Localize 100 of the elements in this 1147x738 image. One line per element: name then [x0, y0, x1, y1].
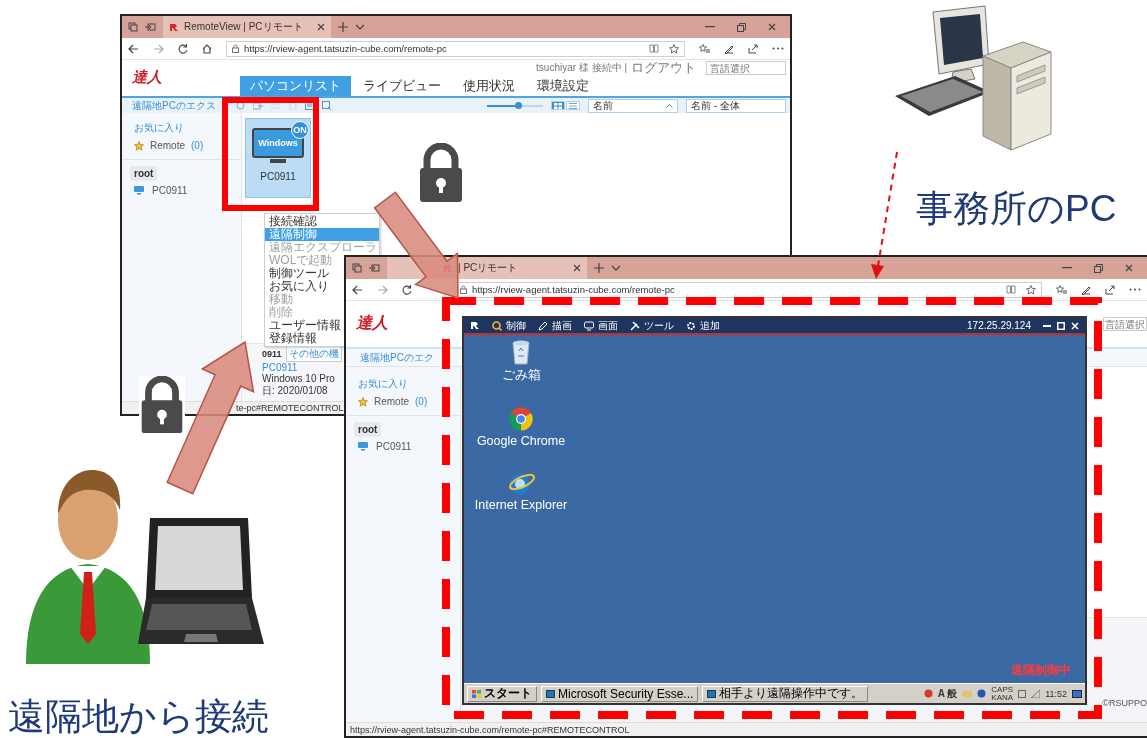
tree-item[interactable]: PC0911	[122, 181, 241, 200]
start-button[interactable]: スタート	[467, 685, 537, 702]
kana-indicator: KANA	[991, 693, 1014, 702]
reading-view-icon[interactable]	[649, 43, 659, 53]
recycle-bin-icon[interactable]	[510, 339, 532, 365]
viewer-menu-item[interactable]: 追加	[686, 318, 720, 333]
tray-icon[interactable]	[923, 689, 933, 698]
refresh-icon[interactable]	[178, 43, 188, 54]
pen-icon[interactable]	[538, 320, 548, 331]
tab-preview-icon[interactable]	[145, 22, 156, 32]
caps-indicator: CAPS	[991, 685, 1014, 694]
language-field[interactable]: 言語選択	[706, 61, 786, 75]
new-tab-icon[interactable]	[594, 263, 604, 273]
viewer-menu-item[interactable]: ツール	[630, 318, 674, 333]
close-icon[interactable]	[1071, 321, 1079, 330]
tools-icon[interactable]	[630, 320, 640, 331]
language-field[interactable]: 言語選択	[1103, 317, 1147, 331]
browser-tab[interactable]: RemoteView | PCリモート	[163, 16, 331, 38]
desktop-shortcut[interactable]: Internet Explorer	[468, 470, 574, 512]
tray-icon[interactable]	[1018, 689, 1027, 698]
magnifier-icon[interactable]	[492, 320, 502, 331]
minimize-icon[interactable]	[1043, 324, 1051, 327]
back-icon[interactable]	[352, 284, 363, 295]
more-icon[interactable]	[1129, 288, 1141, 291]
remote-access-label: 遠隔地から接続	[8, 695, 269, 738]
maximize-icon[interactable]	[1057, 321, 1065, 330]
share-icon[interactable]	[748, 43, 758, 54]
more-icon[interactable]	[772, 47, 784, 50]
note-icon[interactable]	[305, 101, 314, 110]
star-icon[interactable]	[134, 140, 144, 151]
star-icon[interactable]	[1026, 284, 1036, 295]
desktop-shortcut[interactable]: Google Chrome	[468, 406, 574, 448]
favorites-icon[interactable]	[1056, 284, 1067, 295]
window-icon	[707, 689, 717, 698]
tree-root[interactable]: root	[354, 422, 382, 437]
chevron-down-icon[interactable]	[611, 265, 621, 271]
status-badge: ON	[291, 121, 309, 139]
monitor-icon[interactable]	[584, 320, 594, 331]
window-icon	[546, 689, 555, 698]
nav-tab[interactable]: 環境設定	[527, 76, 599, 96]
chevron-down-icon[interactable]	[355, 24, 365, 30]
close-window-icon[interactable]	[768, 23, 776, 31]
star-icon[interactable]	[358, 396, 368, 407]
menu-item[interactable]: ユーザー情報	[265, 319, 345, 332]
menu-item[interactable]: 登録情報	[265, 332, 321, 345]
back-icon[interactable]	[128, 43, 139, 54]
menu-item[interactable]: お気に入り	[265, 280, 333, 293]
tree-item[interactable]: PC0911	[346, 437, 460, 456]
close-tab-icon[interactable]	[573, 264, 581, 272]
taskbar-button[interactable]: 相手より遠隔操作中です。	[702, 685, 869, 702]
reading-view-icon[interactable]	[1006, 284, 1016, 294]
list-view-button[interactable]	[566, 101, 580, 110]
tab-set-aside-icon[interactable]	[352, 263, 362, 273]
logout-link[interactable]: ログアウト	[631, 59, 696, 77]
new-tab-icon[interactable]	[338, 22, 348, 32]
desktop-shortcut[interactable]: ごみ箱	[468, 339, 574, 384]
taskbar-button[interactable]: Microsoft Security Esse...	[541, 685, 699, 702]
tree-root[interactable]: root	[130, 166, 158, 181]
zoom-slider[interactable]	[487, 100, 543, 111]
url-field[interactable]: https://rview-agent.tatsuzin-cube.com/remote-pc	[226, 40, 685, 57]
gear-icon[interactable]	[686, 320, 696, 331]
viewer-menu-item[interactable]: 描画	[538, 318, 572, 333]
sort-field[interactable]: 名前	[588, 98, 678, 113]
restore-icon[interactable]	[1094, 263, 1103, 273]
tab-preview-icon[interactable]	[369, 263, 380, 273]
favorites-icon[interactable]	[699, 43, 710, 54]
tricolor-circle-icon[interactable]	[508, 406, 534, 432]
transfer-icon[interactable]	[253, 101, 263, 110]
list-view-icon	[569, 102, 577, 109]
restore-icon[interactable]	[737, 22, 746, 32]
pc-name: 0911	[262, 349, 282, 359]
menu-item[interactable]: 接続確認	[265, 215, 321, 228]
pc-card[interactable]: ON Windows PC0911	[245, 118, 311, 198]
nav-tab[interactable]: ライブビュー	[353, 76, 451, 96]
viewer-menu-item[interactable]: 制御	[492, 318, 526, 333]
pen-icon[interactable]	[724, 43, 734, 54]
refresh-icon[interactable]	[402, 284, 412, 295]
nav-tab[interactable]: 使用状況	[453, 76, 525, 96]
clock: 11:52	[1045, 688, 1067, 699]
favorite-item[interactable]: Remote (0)	[122, 137, 241, 154]
star-icon[interactable]	[669, 43, 679, 54]
grid-view-button[interactable]	[551, 101, 565, 110]
help-icon[interactable]	[977, 689, 987, 698]
share-icon[interactable]	[1105, 284, 1115, 295]
menu-item[interactable]: 制御ツール	[265, 267, 333, 280]
desktop-icon[interactable]	[1072, 689, 1082, 698]
tab-set-aside-icon[interactable]	[128, 22, 138, 32]
export-icon[interactable]	[322, 101, 332, 110]
flag-icon	[472, 689, 481, 698]
filter-field[interactable]: 名前 - 全体	[686, 98, 786, 113]
app-logo: 達人	[131, 66, 163, 87]
viewer-menu-item[interactable]: 画面	[584, 318, 618, 333]
home-icon[interactable]	[202, 43, 212, 54]
pen-icon[interactable]	[1081, 284, 1091, 295]
ime-indicator[interactable]: A 般	[937, 686, 958, 701]
app-logo: 達人	[355, 312, 389, 333]
favorite-item[interactable]: Remote (0)	[346, 393, 460, 410]
close-window-icon[interactable]	[1125, 264, 1133, 272]
copyright-text: ©RSUPPO	[1102, 698, 1147, 708]
close-tab-icon[interactable]	[317, 23, 325, 31]
